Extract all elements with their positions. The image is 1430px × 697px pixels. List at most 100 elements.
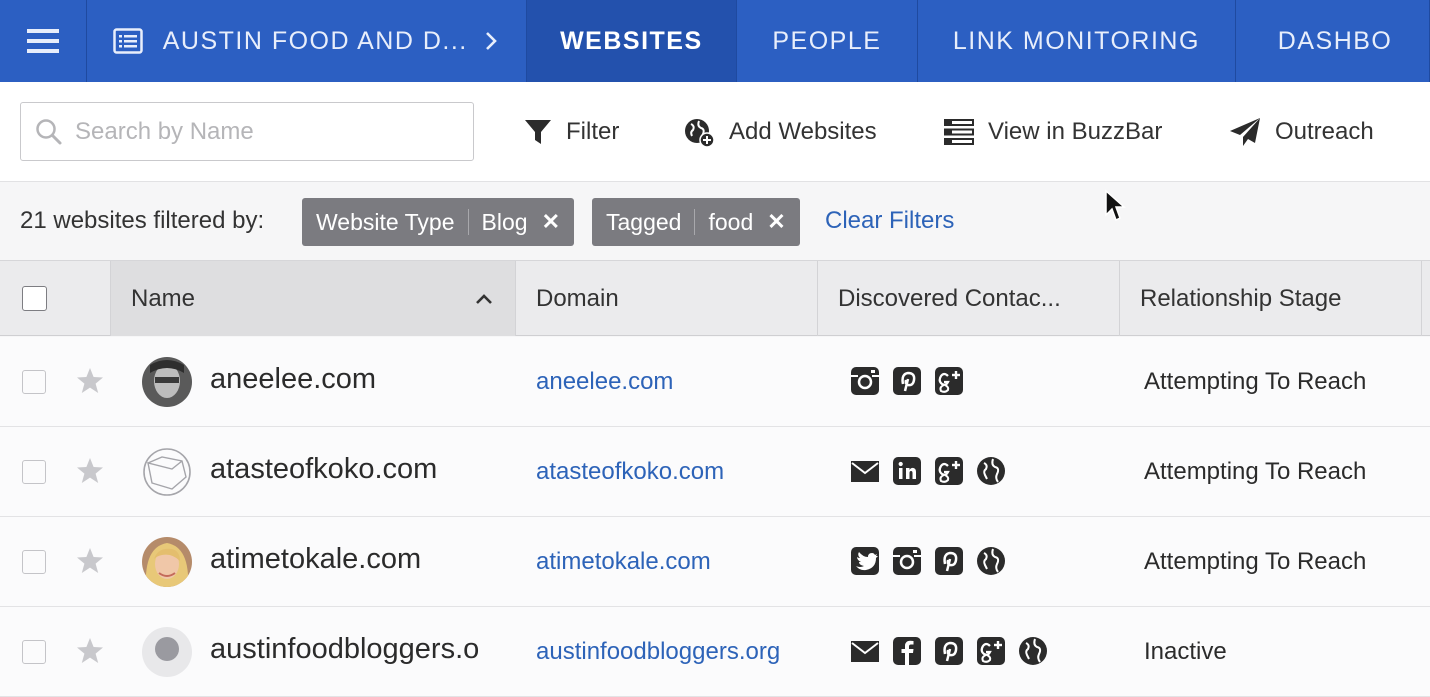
avatar [142, 537, 192, 587]
column-header-domain[interactable]: Domain [516, 261, 818, 336]
linkedin-icon[interactable] [892, 456, 922, 486]
domain-link[interactable]: atasteofkoko.com [536, 458, 724, 486]
search-icon [36, 118, 62, 144]
globe-icon[interactable] [976, 546, 1006, 576]
pinterest-icon[interactable] [934, 546, 964, 576]
pinterest-icon[interactable] [892, 366, 922, 396]
relationship-stage: Attempting To Reach [1144, 548, 1367, 575]
star-icon[interactable] [76, 367, 104, 395]
website-name[interactable]: aneelee.com [210, 363, 376, 396]
tab-link-monitoring[interactable]: LINK MONITORING [918, 0, 1236, 82]
table-row[interactable]: atasteofkoko.com atasteofkoko.com Attemp… [0, 427, 1430, 517]
google-plus-icon[interactable] [976, 636, 1006, 666]
table-row[interactable]: aneelee.com aneelee.com Attempting To Re… [0, 337, 1430, 427]
column-header-name[interactable]: Name [111, 261, 516, 336]
filter-label: Filter [566, 118, 620, 145]
email-icon[interactable] [850, 636, 880, 666]
hamburger-icon [26, 29, 59, 53]
column-label: Relationship Stage [1140, 284, 1342, 312]
avatar [142, 447, 192, 497]
outreach-label: Outreach [1275, 118, 1374, 145]
select-all-cell [0, 261, 111, 336]
list-icon [112, 28, 143, 54]
buzzbar-label: View in BuzzBar [988, 118, 1163, 145]
toolbar: Filter Add Websites View in BuzzBar Outr… [0, 82, 1430, 182]
add-websites-button[interactable]: Add Websites [683, 112, 877, 152]
chip-value: Blog [481, 208, 528, 235]
view-in-buzzbar-button[interactable]: View in BuzzBar [944, 112, 1162, 152]
tab-dashboard[interactable]: DASHBO [1236, 0, 1430, 82]
paper-plane-icon [1230, 118, 1260, 146]
search-box [20, 102, 474, 161]
column-header-contacts[interactable]: Discovered Contac... [818, 261, 1120, 336]
contact-icons [850, 366, 964, 396]
clear-filters-link[interactable]: Clear Filters [825, 207, 954, 235]
globe-icon[interactable] [1018, 636, 1048, 666]
column-label: Name [131, 284, 196, 312]
chevron-right-icon [485, 32, 497, 50]
row-checkbox[interactable] [22, 370, 46, 394]
globe-icon[interactable] [976, 456, 1006, 486]
row-checkbox[interactable] [22, 460, 46, 484]
add-websites-label: Add Websites [729, 118, 877, 145]
email-icon[interactable] [850, 456, 880, 486]
project-name: AUSTIN FOOD AND D... [162, 26, 468, 55]
project-selector[interactable]: AUSTIN FOOD AND D... [87, 0, 527, 82]
google-plus-icon[interactable] [934, 366, 964, 396]
google-plus-icon[interactable] [934, 456, 964, 486]
website-name[interactable]: atimetokale.com [210, 543, 421, 576]
pinterest-icon[interactable] [934, 636, 964, 666]
relationship-stage: Attempting To Reach [1144, 458, 1367, 485]
column-header-relationship-stage[interactable]: Relationship Stage [1120, 261, 1422, 336]
search-input[interactable] [75, 117, 455, 146]
relationship-stage: Inactive [1144, 638, 1227, 665]
outreach-button[interactable]: Outreach [1229, 112, 1374, 152]
chip-divider [467, 209, 469, 235]
website-name[interactable]: atasteofkoko.com [210, 453, 437, 486]
remove-filter-icon[interactable]: ✕ [542, 209, 560, 235]
table-row[interactable]: austinfoodbloggers.o austinfoodbloggers.… [0, 607, 1430, 697]
buzzbar-icon [944, 119, 974, 145]
contact-icons [850, 636, 1048, 666]
avatar [142, 627, 192, 677]
select-all-checkbox[interactable] [22, 286, 47, 311]
star-icon[interactable] [76, 547, 104, 575]
avatar [142, 357, 192, 407]
chip-key: Tagged [606, 208, 682, 235]
relationship-stage: Attempting To Reach [1144, 368, 1367, 395]
star-icon[interactable] [76, 457, 104, 485]
contact-icons [850, 546, 1006, 576]
tab-websites[interactable]: WEBSITES [526, 0, 737, 82]
chip-key: Website Type [316, 208, 455, 235]
network-globe-icon [142, 447, 192, 497]
top-navigation: AUSTIN FOOD AND D... WEBSITES PEOPLE LIN… [0, 0, 1430, 82]
twitter-icon[interactable] [850, 546, 880, 576]
filter-button[interactable]: Filter [524, 112, 619, 152]
filter-bar: 21 websites filtered by: Website Type Bl… [0, 183, 1430, 260]
column-label: Domain [536, 284, 619, 312]
remove-filter-icon[interactable]: ✕ [767, 209, 785, 235]
domain-link[interactable]: atimetokale.com [536, 548, 711, 576]
row-checkbox[interactable] [22, 640, 46, 664]
domain-link[interactable]: austinfoodbloggers.org [536, 638, 780, 666]
filter-summary: 21 websites filtered by: [20, 207, 265, 234]
menu-button[interactable] [0, 0, 87, 82]
domain-link[interactable]: aneelee.com [536, 368, 673, 396]
row-checkbox[interactable] [22, 550, 46, 574]
table-header: Name Domain Discovered Contac... Relatio… [0, 260, 1430, 336]
sort-ascending-icon [476, 293, 492, 304]
facebook-icon[interactable] [892, 636, 922, 666]
table-row[interactable]: atimetokale.com atimetokale.com Attempti… [0, 517, 1430, 607]
filter-chip-tagged: Tagged food ✕ [592, 198, 800, 246]
funnel-icon [525, 120, 551, 144]
tab-people[interactable]: PEOPLE [737, 0, 918, 82]
instagram-icon[interactable] [892, 546, 922, 576]
star-icon[interactable] [76, 637, 104, 665]
globe-plus-icon [685, 119, 715, 148]
mouse-cursor-icon [1105, 189, 1126, 222]
contact-icons [850, 456, 1006, 486]
filter-chip-website-type: Website Type Blog ✕ [302, 198, 574, 246]
column-label: Discovered Contac... [838, 284, 1061, 312]
website-name[interactable]: austinfoodbloggers.o [210, 633, 479, 666]
instagram-icon[interactable] [850, 366, 880, 396]
